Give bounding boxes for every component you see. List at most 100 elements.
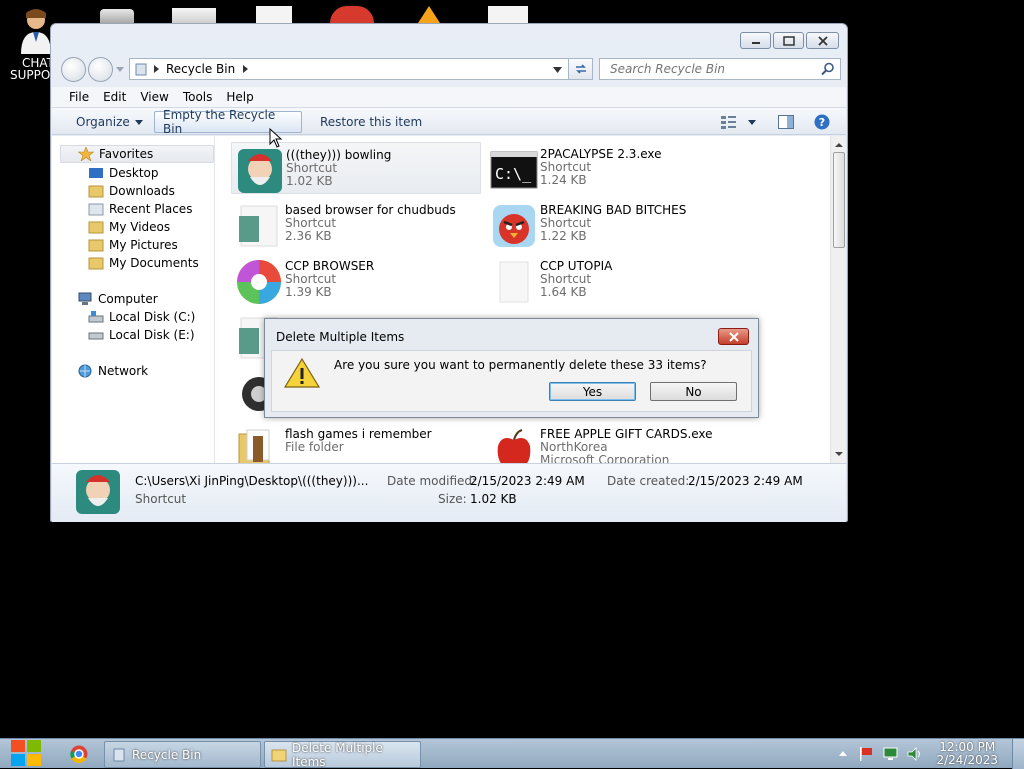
file-item[interactable]: (((they))) bowling Shortcut 1.02 KB	[231, 142, 481, 194]
address-bar[interactable]: Recycle Bin	[129, 58, 569, 80]
show-hidden-icons-icon[interactable]	[838, 750, 848, 758]
command-prompt-icon: C:\_	[490, 151, 538, 189]
details-modified-value: 2/15/2023 2:49 AM	[470, 474, 585, 488]
search-input[interactable]	[608, 61, 818, 77]
dialog-close-button[interactable]	[718, 328, 749, 345]
nav-my-documents-label: My Documents	[109, 256, 199, 270]
nav-recent-places[interactable]: Recent Places	[88, 201, 192, 217]
file-type: File folder	[285, 440, 344, 454]
close-icon	[817, 35, 828, 46]
chrome-desktop-icon[interactable]	[330, 6, 374, 23]
back-button[interactable]	[61, 57, 86, 82]
document-desktop-icon[interactable]	[488, 6, 528, 23]
taskbar-delete-multiple-items[interactable]: Delete Multiple Items	[264, 741, 421, 769]
recycle-bin-icon	[113, 748, 125, 761]
details-type: Shortcut	[135, 492, 187, 506]
minimize-button[interactable]	[740, 32, 771, 49]
menu-help[interactable]: Help	[224, 90, 261, 104]
file-item[interactable]: BREAKING BAD BITCHES Shortcut 1.22 KB	[486, 198, 736, 250]
svg-text:C:\_: C:\_	[495, 165, 532, 183]
menu-edit[interactable]: Edit	[101, 90, 134, 104]
navigation-bar: Recycle Bin	[59, 55, 841, 82]
preview-pane-button[interactable]	[770, 111, 802, 133]
forward-button[interactable]	[88, 57, 113, 82]
taskbar-recycle-bin[interactable]: Recycle Bin	[104, 741, 261, 768]
file-name: flash games i remember	[285, 427, 432, 441]
details-created-label: Date created:	[607, 474, 690, 488]
dialog-message: Are you sure you want to permanently del…	[334, 358, 707, 372]
nav-computer-label: Computer	[98, 292, 158, 306]
file-item[interactable]: FREE APPLE GIFT CARDS.exe NorthKorea Mic…	[486, 422, 736, 463]
scroll-up-icon[interactable]	[832, 139, 846, 151]
system-clock[interactable]: 12:00 PM 2/24/2023	[936, 741, 998, 767]
drive-icon	[88, 311, 104, 323]
nav-recent-places-label: Recent Places	[109, 202, 193, 216]
blank-file-icon	[499, 261, 529, 303]
menu-view[interactable]: View	[138, 90, 176, 104]
chevron-right-icon[interactable]	[154, 65, 160, 73]
nav-desktop[interactable]: Desktop	[88, 165, 159, 181]
chat-support-desktop-icon[interactable]	[18, 8, 54, 54]
chrome-icon[interactable]	[70, 745, 88, 763]
menu-tools[interactable]: Tools	[181, 90, 221, 104]
nav-downloads[interactable]: Downloads	[88, 183, 175, 199]
file-item[interactable]: based browser for chudbuds Shortcut 2.36…	[231, 198, 481, 250]
show-desktop-button[interactable]	[1012, 739, 1024, 769]
change-view-button[interactable]	[712, 111, 764, 133]
nav-my-documents[interactable]: My Documents	[88, 255, 199, 271]
navigation-pane: Favorites Desktop Downloads Recent Place…	[52, 136, 215, 463]
desktop-icon	[89, 168, 103, 178]
nav-favorites[interactable]: Favorites	[60, 145, 214, 163]
file-name: CCP UTOPIA	[540, 259, 613, 273]
address-dropdown-icon[interactable]	[553, 67, 562, 73]
file-item[interactable]: CCP UTOPIA Shortcut 1.64 KB	[486, 254, 736, 306]
details-size-value: 1.02 KB	[470, 492, 517, 506]
nav-my-videos[interactable]: My Videos	[88, 219, 170, 235]
network-icon[interactable]	[882, 746, 900, 762]
chevron-down-icon	[134, 119, 143, 125]
file-item[interactable]: flash games i remember File folder	[231, 422, 481, 463]
nav-desktop-label: Desktop	[109, 166, 159, 180]
vlc-desktop-icon[interactable]	[418, 6, 440, 23]
yes-button[interactable]: Yes	[549, 382, 636, 401]
file-item[interactable]: C:\_ 2PACALYPSE 2.3.exe Shortcut 1.24 KB	[486, 142, 736, 194]
nav-computer[interactable]: Computer	[77, 291, 158, 307]
search-icon[interactable]	[821, 62, 835, 76]
scrollbar-thumb[interactable]	[833, 152, 845, 248]
close-button[interactable]	[806, 32, 839, 49]
nav-my-pictures[interactable]: My Pictures	[88, 237, 178, 253]
file-size: 1.02 KB	[286, 174, 333, 188]
nav-network[interactable]: Network	[77, 363, 148, 379]
file-item[interactable]: CCP BROWSER Shortcut 1.39 KB	[231, 254, 481, 306]
nav-my-videos-label: My Videos	[109, 220, 171, 234]
help-button[interactable]: ?	[806, 111, 838, 133]
svg-text:?: ?	[819, 116, 825, 129]
maximize-button[interactable]	[773, 32, 804, 49]
no-button[interactable]: No	[650, 382, 737, 401]
file-desktop-icon[interactable]	[256, 6, 292, 23]
chevron-right-icon[interactable]	[243, 65, 249, 73]
chevron-down-icon[interactable]	[116, 67, 124, 73]
nav-my-pictures-label: My Pictures	[109, 238, 178, 252]
scroll-down-icon[interactable]	[832, 448, 846, 460]
volume-icon[interactable]	[906, 746, 924, 762]
nav-downloads-label: Downloads	[109, 184, 175, 198]
file-company: Microsoft Corporation	[540, 453, 670, 463]
star-icon	[78, 147, 94, 161]
vertical-scrollbar[interactable]	[830, 136, 846, 463]
nav-local-disk-c-label: Local Disk (C:)	[109, 310, 196, 324]
search-box[interactable]	[599, 58, 841, 80]
refresh-button[interactable]	[569, 58, 593, 80]
nav-local-disk-e[interactable]: Local Disk (E:)	[88, 327, 195, 343]
organize-button[interactable]: Organize	[68, 111, 151, 133]
nav-local-disk-c[interactable]: Local Disk (C:)	[88, 309, 195, 325]
menu-file[interactable]: File	[67, 90, 97, 104]
flag-icon[interactable]	[858, 746, 874, 762]
file-name: 2PACALYPSE 2.3.exe	[540, 147, 662, 161]
start-button[interactable]	[8, 737, 44, 769]
details-created-value: 2/15/2023 2:49 AM	[688, 474, 803, 488]
folder-desktop-icon[interactable]	[172, 8, 216, 23]
support-desktop-label: SUPPO	[10, 68, 51, 82]
recycle-bin-desktop-icon[interactable]	[100, 9, 134, 23]
restore-item-button[interactable]: Restore this item	[312, 111, 430, 133]
